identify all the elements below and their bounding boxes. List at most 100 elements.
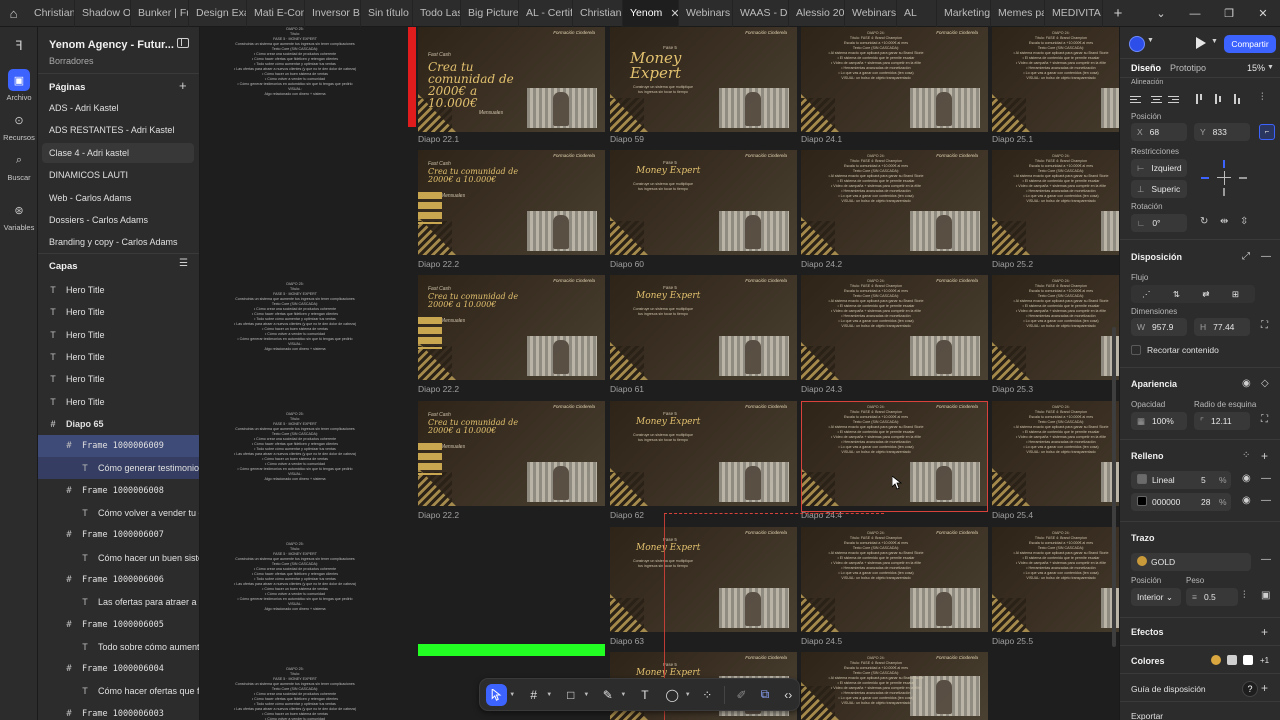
chevron-down-icon[interactable]: ▼ bbox=[1147, 37, 1154, 44]
file-location[interactable]: Borradores bbox=[49, 56, 94, 66]
slide-thumbnail[interactable]: Formación CinderelaDIAPO 24:Título: FASE… bbox=[801, 527, 988, 632]
browser-tab[interactable]: Sin título bbox=[361, 0, 413, 27]
text-frame[interactable]: DIAPO 25: Título: FASE 5 · MONEY EXPERT Con… bbox=[230, 667, 360, 720]
layer-row[interactable]: T Cómo volver a vender tu com bbox=[38, 502, 199, 524]
browser-tab[interactable]: MEDIVITA bbox=[1045, 0, 1103, 27]
code-icon[interactable]: ‹› bbox=[778, 684, 799, 706]
text-frame[interactable]: DIAPO 25: Título: FASE 5 · MONEY EXPERT Con… bbox=[230, 542, 360, 612]
chevron-down-icon[interactable]: ▼ bbox=[683, 692, 693, 698]
browser-tab[interactable]: Webinars bbox=[845, 0, 897, 27]
layer-row[interactable]: T Hero Title bbox=[38, 301, 199, 323]
visibility-eye-icon[interactable]: ◉ bbox=[1242, 378, 1251, 389]
slide-thumbnail[interactable]: Formación CinderelaDIAPO 24:Título: FASE… bbox=[801, 150, 988, 255]
text-tool-icon[interactable]: T bbox=[634, 684, 655, 706]
file-name[interactable]: Yenom Agency - Futur... bbox=[49, 39, 174, 51]
tab-prototype[interactable]: Prototipo bbox=[1170, 63, 1206, 73]
clip-content-checkbox[interactable] bbox=[1131, 345, 1141, 355]
flip-vertical-icon[interactable]: ⇳ bbox=[1240, 216, 1248, 227]
slide-thumbnail[interactable]: Formación CinderelaFase 5Money ExpertCon… bbox=[610, 27, 797, 132]
layer-row[interactable]: T Cómo hacer ofertas que fidel bbox=[38, 680, 199, 702]
width-input[interactable]: W 957.9 bbox=[1131, 318, 1187, 336]
page-item[interactable]: Branding y copy - Carlos Adams bbox=[42, 232, 194, 252]
y-input[interactable]: Y 833 bbox=[1194, 123, 1250, 141]
browser-tab[interactable]: Todo Laser bbox=[413, 0, 461, 27]
chevron-down-icon[interactable]: ▼ bbox=[581, 692, 591, 698]
slide-thumbnail[interactable]: Formación CinderelaDIAPO 24:Título: FASE… bbox=[992, 401, 1119, 506]
browser-tab[interactable]: AL - Certifi bbox=[519, 0, 573, 27]
remove-fill-icon[interactable]: — bbox=[1261, 495, 1271, 506]
remove-layout-icon[interactable]: — bbox=[1261, 251, 1271, 262]
independent-corners-icon[interactable]: ⛶ bbox=[1261, 414, 1268, 425]
flow-vertical-icon[interactable]: ⇅ bbox=[1173, 289, 1180, 299]
auto-layout-icon[interactable]: ⤢ bbox=[1242, 251, 1250, 262]
chevron-down-icon[interactable]: ▼ bbox=[507, 692, 517, 698]
user-avatar[interactable] bbox=[1129, 36, 1145, 52]
layer-row[interactable]: T Hero Title bbox=[38, 368, 199, 390]
page-item[interactable]: Clase 4 - Adri kastel bbox=[42, 142, 194, 163]
layers-collapse-icon[interactable]: ☰ bbox=[179, 258, 188, 269]
layer-row[interactable]: T Hero Title bbox=[38, 324, 199, 346]
chevron-down-icon[interactable]: ▼ bbox=[1267, 64, 1274, 71]
browser-tab[interactable]: Mati E-Com bbox=[247, 0, 305, 27]
page-item[interactable]: Dossiers - Carlos Adams bbox=[42, 210, 194, 230]
layer-row[interactable]: T Todo sobre cómo aumentar y bbox=[38, 636, 199, 658]
red-marker-rect[interactable] bbox=[408, 27, 416, 127]
layer-row[interactable]: T Cómo hacer un buen sistema bbox=[38, 547, 199, 569]
align-bottom-icon[interactable] bbox=[1234, 94, 1246, 104]
slide-thumbnail[interactable]: Formación CinderelaDIAPO 24:Título: FASE… bbox=[801, 27, 988, 132]
layer-row[interactable]: T Hero Title bbox=[38, 346, 199, 368]
page-item[interactable]: DINAMICOS LAUTI bbox=[42, 165, 194, 185]
rotate-icon[interactable]: ↻ bbox=[1200, 216, 1208, 227]
slide-thumbnail[interactable]: Formación CinderelaFase 5Money ExpertCon… bbox=[610, 527, 797, 632]
flow-free-icon[interactable]: ⋰ bbox=[1142, 289, 1151, 299]
layer-row[interactable]: T Las ofertas para atraer a nue bbox=[38, 591, 199, 613]
canvas-scrollbar[interactable] bbox=[1112, 327, 1116, 647]
canvas[interactable]: DIAPO 25: Título: FASE 5 · MONEY EXPERT Con… bbox=[200, 27, 1119, 720]
flow-horizontal-icon[interactable]: ⇄ bbox=[1202, 289, 1209, 299]
slide-thumbnail[interactable]: Formación CinderelaFase 5Money ExpertCon… bbox=[610, 401, 797, 506]
figma-menu-icon[interactable]: ꟻ bbox=[0, 35, 38, 57]
rail-file[interactable]: ▣ Archivo bbox=[0, 69, 38, 102]
browser-tab[interactable]: Big Picture bbox=[461, 0, 519, 27]
rotation-input[interactable]: ∟ 0° bbox=[1131, 214, 1187, 232]
slide-thumbnail[interactable]: Formación CinderelaDIAPO 24:Título: FASE… bbox=[801, 275, 988, 380]
comment-tool-icon[interactable]: ◯ bbox=[662, 684, 683, 706]
dev-mode-icon[interactable]: ⧉ bbox=[754, 684, 775, 706]
height-input[interactable]: H 77.44 bbox=[1194, 318, 1250, 336]
browser-tab[interactable]: Alessio 202 bbox=[789, 0, 845, 27]
browser-tab[interactable]: Memes par bbox=[991, 0, 1045, 27]
flow-grid-icon[interactable]: ⊞ bbox=[1232, 289, 1239, 299]
layer-row[interactable]: T Hero Title bbox=[38, 279, 199, 301]
selection-color-swatch[interactable] bbox=[1211, 655, 1221, 665]
opacity-input[interactable]: ▦ 100% bbox=[1131, 412, 1187, 430]
browser-tab[interactable]: WAAS - Des bbox=[733, 0, 789, 27]
blend-mode-icon[interactable]: ◇ bbox=[1261, 378, 1269, 389]
panel-layout-icon[interactable] bbox=[177, 38, 189, 48]
constraint-horizontal-select[interactable]: ⊢ Izquierd bbox=[1131, 159, 1187, 177]
more-align-icon[interactable]: ⫶ bbox=[1261, 92, 1264, 103]
rail-variables[interactable]: ⊛ Variables bbox=[0, 199, 38, 233]
selection-color-swatch[interactable] bbox=[1227, 655, 1237, 665]
move-tool-icon[interactable] bbox=[486, 683, 508, 706]
layer-row[interactable]: # Frame 1000006006 bbox=[38, 569, 199, 591]
visibility-eye-icon[interactable]: ◉ bbox=[1242, 473, 1251, 484]
add-effect-icon[interactable]: + bbox=[1261, 625, 1268, 639]
pen-tool-icon[interactable]: ✎ bbox=[597, 684, 618, 706]
layer-row[interactable]: # Frame 1000006005 bbox=[38, 614, 199, 636]
stroke-position-select[interactable]: Interior ⌄ bbox=[1131, 588, 1181, 606]
add-page-icon[interactable]: + bbox=[179, 78, 187, 93]
constraint-diagram[interactable] bbox=[1195, 158, 1253, 198]
slide-thumbnail[interactable]: Formación Cinderela Fast Cash Crea tu comu… bbox=[418, 275, 605, 380]
slide-thumbnail[interactable]: Formación CinderelaDIAPO 24:Título: FASE… bbox=[992, 527, 1119, 632]
selection-color-swatch[interactable] bbox=[1243, 655, 1253, 665]
fill-row[interactable]: Lineal 5% bbox=[1131, 471, 1231, 489]
help-button[interactable]: ? bbox=[1242, 681, 1258, 697]
align-center-v-icon[interactable] bbox=[1215, 94, 1227, 104]
slide-thumbnail[interactable]: Formación CinderelaDIAPO 24:Título: FASE… bbox=[801, 652, 988, 720]
page-item[interactable]: ADS - Adri Kastel bbox=[42, 98, 194, 118]
browser-tab[interactable]: Webinars A bbox=[679, 0, 733, 27]
browser-tab[interactable]: Yenom ✕ bbox=[623, 0, 679, 27]
constraint-vertical-select[interactable]: ⊥ Superic bbox=[1131, 180, 1187, 198]
x-input[interactable]: X 68 bbox=[1131, 123, 1187, 141]
text-frame[interactable]: DIAPO 25: Título: FASE 5 · MONEY EXPERT Con… bbox=[230, 412, 360, 482]
